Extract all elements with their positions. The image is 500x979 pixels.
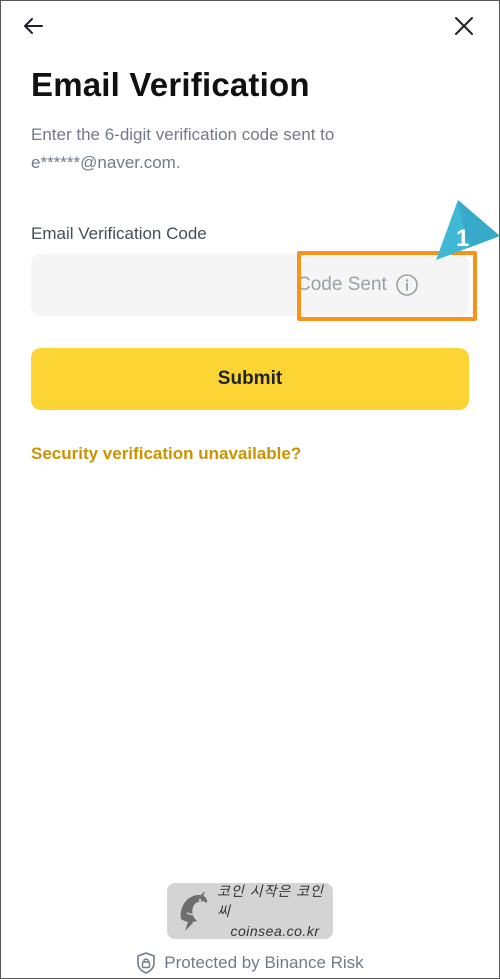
verification-code-field[interactable]: Code Sent [31,254,469,318]
code-sent-label: Code Sent [297,274,387,295]
arrow-left-icon [24,18,43,34]
shield-lock-icon [137,952,156,974]
footer: Protected by Binance Risk [0,952,500,974]
step-number: 1 [456,225,469,252]
footer-text: Protected by Binance Risk [164,953,364,972]
submit-button[interactable]: Submit [31,348,469,410]
verification-code-label: Email Verification Code [31,224,207,243]
verification-code-input[interactable] [45,254,289,318]
watermark-badge: 코인 시작은 코인씨 coinsea.co.kr [167,883,333,939]
close-icon [455,17,473,35]
watermark-text: 코인 시작은 코인씨 coinsea.co.kr [217,881,333,941]
back-button[interactable] [17,10,49,42]
dolphin-logo-icon [180,891,208,931]
close-button[interactable] [448,10,480,42]
code-sent-status[interactable]: Code Sent [297,254,419,316]
watermark-line2: coinsea.co.kr [230,923,320,939]
page-subtitle: Enter the 6-digit verification code sent… [31,125,335,172]
info-icon[interactable] [395,273,419,297]
security-verification-unavailable-link[interactable]: Security verification unavailable? [31,444,301,464]
watermark-line1: 코인 시작은 코인씨 [217,883,324,919]
page-title: Email Verification [31,66,310,103]
top-bar [0,0,500,56]
